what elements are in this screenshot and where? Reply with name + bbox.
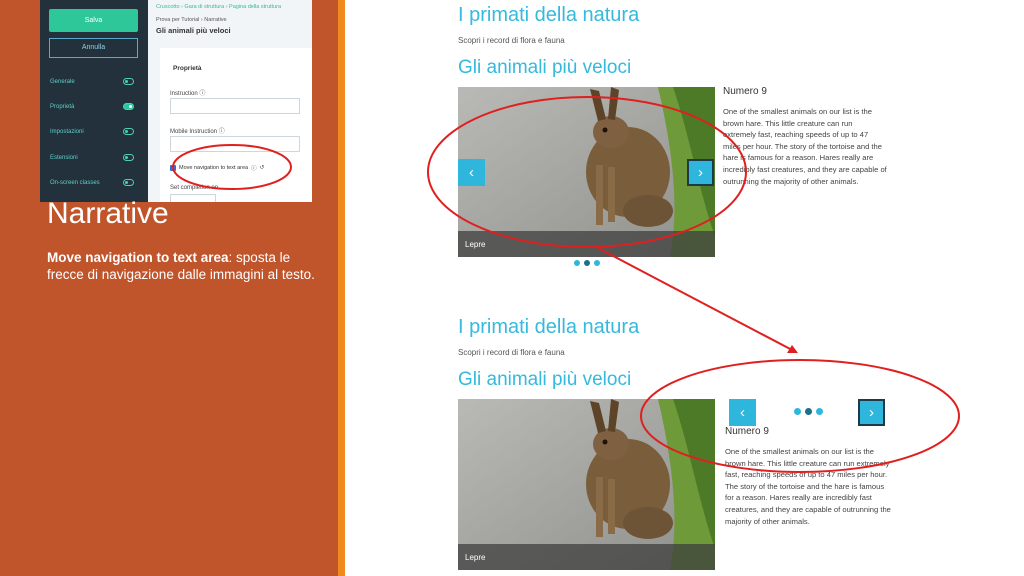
completion-field[interactable]	[170, 194, 216, 202]
hare-image: Lepre	[458, 87, 715, 257]
next-arrow-button[interactable]: ›	[858, 399, 885, 426]
editor-screenshot: Salva Annulla Generale Proprietà Imposta…	[40, 0, 312, 202]
sidebar-item-label: Impostazioni	[50, 129, 84, 135]
toggle-icon[interactable]	[123, 128, 134, 135]
page-dot[interactable]	[816, 408, 823, 415]
item-body: One of the smallest animals on our list …	[725, 447, 891, 526]
sidebar-item-onscreen[interactable]: On-screen classes	[50, 176, 140, 190]
checkbox[interactable]	[170, 165, 176, 171]
item-body: One of the smallest animals on our list …	[723, 107, 887, 186]
breadcrumb-sub: Prova per Tutorial › Narrative	[156, 17, 227, 23]
toggle-icon[interactable]	[123, 154, 134, 161]
caption-bar	[458, 544, 715, 570]
slide-title: Narrative	[47, 197, 169, 230]
breadcrumb[interactable]: Cruscotto › Gara di struttura › Pagina d…	[156, 4, 281, 10]
toggle-icon[interactable]	[123, 103, 134, 110]
module-heading: I primati della natura	[458, 4, 640, 26]
image-caption: Lepre	[465, 240, 486, 249]
caption-bar	[458, 231, 715, 257]
next-arrow-button[interactable]: ›	[687, 159, 714, 186]
sidebar-item-label: Generale	[50, 79, 75, 85]
editor-main: Cruscotto › Gara di struttura › Pagina d…	[148, 0, 312, 202]
image-caption: Lepre	[465, 553, 486, 562]
move-navigation-option[interactable]: Move navigation to text area ⓘ ↺	[170, 164, 264, 172]
prev-arrow-button[interactable]: ‹	[458, 159, 485, 186]
item-number: Numero 9	[723, 86, 767, 97]
sidebar-item-estensioni[interactable]: Estensioni	[50, 151, 140, 165]
page-dot[interactable]	[794, 408, 801, 415]
info-icon: ⓘ	[218, 129, 225, 135]
pagination-dots[interactable]	[794, 408, 823, 415]
reset-icon[interactable]: ↺	[260, 165, 265, 171]
slide-description: Move navigation to text area: sposta le …	[47, 249, 317, 283]
hare-image: Lepre	[458, 399, 715, 570]
toggle-icon[interactable]	[123, 78, 134, 85]
mobile-instruction-label: Mobile Instruction ⓘ	[170, 129, 225, 135]
properties-card: Proprietà	[160, 48, 312, 202]
toggle-icon[interactable]	[123, 179, 134, 186]
sidebar-item-impostazioni[interactable]: Impostazioni	[50, 125, 140, 139]
module-subheading: Scopri i record di flora e fauna	[458, 36, 565, 45]
module-subheading: Scopri i record di flora e fauna	[458, 348, 565, 357]
sidebar-item-generale[interactable]: Generale	[50, 75, 140, 89]
page-title: Gli animali più veloci	[156, 26, 231, 35]
sidebar-item-label: Estensioni	[50, 155, 78, 161]
sidebar-item-label: Proprietà	[50, 104, 75, 110]
sidebar-item-label: On-screen classes	[50, 180, 100, 186]
info-icon: ⓘ	[199, 91, 206, 97]
info-icon: ⓘ	[251, 166, 257, 172]
checkbox-label: Move navigation to text area	[179, 165, 249, 171]
section-title: Proprietà	[173, 65, 202, 72]
editor-sidebar: Salva Annulla Generale Proprietà Imposta…	[40, 0, 148, 202]
option-name: Move navigation to text area	[47, 250, 229, 265]
arrow-head-icon	[787, 345, 798, 353]
prev-arrow-button[interactable]: ‹	[729, 399, 756, 426]
sidebar-item-proprieta[interactable]: Proprietà	[50, 100, 140, 114]
item-number: Numero 9	[725, 426, 769, 437]
save-button[interactable]: Salva	[49, 9, 138, 32]
instruction-label: Instruction ⓘ	[170, 91, 206, 97]
page-dot[interactable]	[574, 260, 580, 266]
page-dot[interactable]	[805, 408, 812, 415]
completion-label: Set completion on	[170, 185, 219, 191]
mobile-instruction-field[interactable]	[170, 136, 300, 152]
page-dot[interactable]	[594, 260, 600, 266]
instruction-field[interactable]	[170, 98, 300, 114]
page-dot[interactable]	[584, 260, 590, 266]
pagination-dots[interactable]	[574, 260, 600, 266]
accent-strip	[338, 0, 345, 576]
item-title: Gli animali più veloci	[458, 369, 632, 390]
cancel-button[interactable]: Annulla	[49, 38, 138, 58]
module-heading: I primati della natura	[458, 316, 640, 338]
item-title: Gli animali più veloci	[458, 57, 632, 78]
